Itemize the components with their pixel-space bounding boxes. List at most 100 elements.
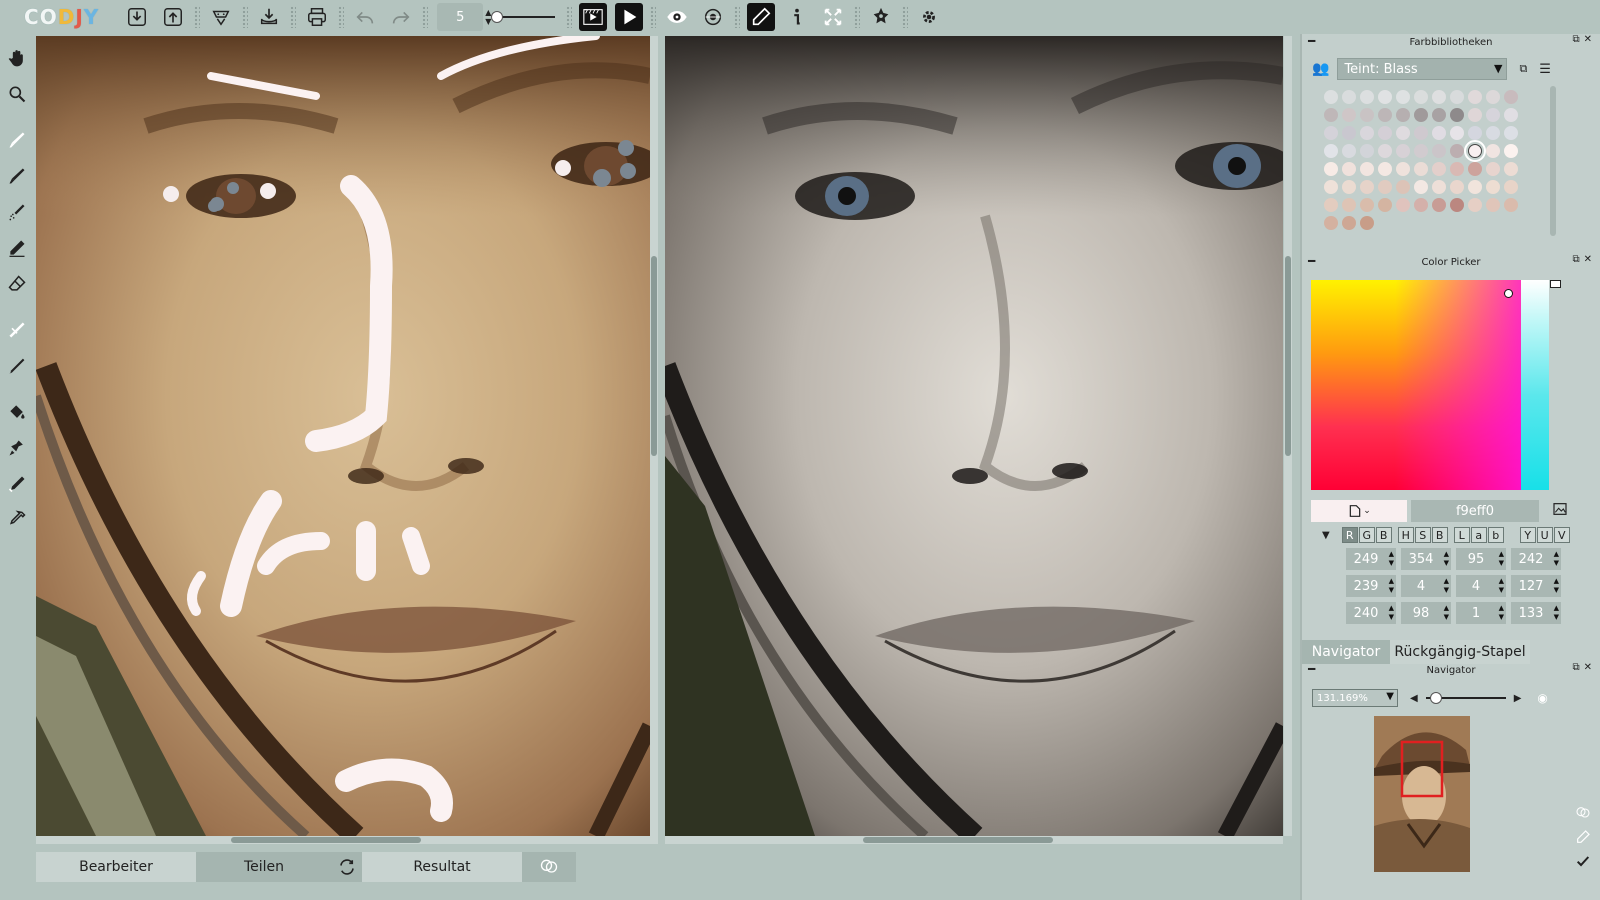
eye-icon[interactable] (663, 3, 691, 31)
brush-icon[interactable] (4, 163, 30, 189)
color-swatch[interactable] (1396, 162, 1410, 176)
line-icon[interactable] (4, 353, 30, 379)
color-swatch[interactable] (1342, 108, 1356, 122)
color-swatch-preview[interactable]: ⌄ (1311, 500, 1407, 522)
palette-icon[interactable] (207, 3, 235, 31)
tab-edit[interactable]: Bearbeiter (36, 852, 196, 882)
color-swatch[interactable] (1450, 144, 1464, 158)
export-icon[interactable] (159, 3, 187, 31)
color-swatch[interactable] (1396, 198, 1410, 212)
collapse-icon[interactable]: ━ (1308, 254, 1315, 268)
color-field-cursor[interactable] (1504, 289, 1513, 298)
color-swatch[interactable] (1450, 162, 1464, 176)
pencil-icon[interactable] (4, 235, 30, 261)
settings-icon[interactable] (867, 3, 895, 31)
library-scrollbar[interactable] (1550, 86, 1556, 236)
edit-icon[interactable] (1574, 828, 1592, 846)
color-swatch[interactable] (1324, 144, 1338, 158)
color-swatch[interactable] (1360, 198, 1374, 212)
color-swatch[interactable] (1360, 90, 1374, 104)
color-swatch[interactable] (1396, 180, 1410, 194)
color-swatch[interactable] (1378, 162, 1392, 176)
value-l[interactable]: 95 ▲ ▼ (1456, 548, 1506, 570)
color-swatch[interactable] (1396, 108, 1410, 122)
color-swatch[interactable] (1360, 126, 1374, 140)
color-swatch[interactable] (1468, 90, 1482, 104)
value-a[interactable]: 4 ▲ ▼ (1456, 575, 1506, 597)
color-swatch[interactable] (1378, 180, 1392, 194)
color-swatch[interactable] (1324, 162, 1338, 176)
film-icon[interactable] (579, 3, 608, 31)
eyedropper-icon[interactable] (4, 507, 30, 533)
stamp-icon[interactable] (4, 435, 30, 461)
color-swatch[interactable] (1414, 198, 1428, 212)
color-swatch[interactable] (1378, 198, 1392, 212)
color-swatch[interactable] (1450, 126, 1464, 140)
tab-share[interactable]: Teilen (196, 852, 332, 882)
color-swatch[interactable] (1414, 90, 1428, 104)
info-icon[interactable] (783, 3, 811, 31)
import-icon[interactable] (123, 3, 151, 31)
value-u[interactable]: 127 ▲ ▼ (1511, 575, 1561, 597)
color-swatch[interactable] (1468, 126, 1482, 140)
color-swatch[interactable] (1396, 126, 1410, 140)
mode-g[interactable]: G (1358, 527, 1375, 543)
brush-size-slider[interactable] (491, 11, 556, 23)
color-hue-bar[interactable] (1521, 280, 1549, 490)
tab-navigator[interactable]: Navigator (1302, 640, 1390, 664)
chat-icon[interactable] (1574, 804, 1592, 822)
tab-undo-stack[interactable]: Rückgängig-Stapel (1390, 640, 1530, 664)
color-swatch[interactable] (1342, 198, 1356, 212)
mode-h[interactable]: H (1397, 527, 1414, 543)
mode-v[interactable]: V (1553, 527, 1570, 543)
color-swatch[interactable] (1486, 198, 1500, 212)
zoom-icon[interactable] (4, 81, 30, 107)
redo-icon[interactable] (387, 3, 415, 31)
brush-white-icon[interactable] (4, 127, 30, 153)
color-swatch[interactable] (1432, 198, 1446, 212)
zoom-slider[interactable] (1425, 692, 1506, 704)
result-canvas-vertical-scrollbar[interactable] (1284, 36, 1292, 836)
color-swatch[interactable] (1324, 126, 1338, 140)
color-swatch[interactable] (1486, 90, 1500, 104)
value-s[interactable]: 4 ▲ ▼ (1401, 575, 1451, 597)
color-swatch[interactable] (1414, 162, 1428, 176)
expand-triangle-icon[interactable]: ▼ (1322, 530, 1330, 541)
mode-bright[interactable]: B (1431, 527, 1448, 543)
color-swatch[interactable] (1468, 180, 1482, 194)
color-swatch[interactable] (1504, 162, 1518, 176)
color-swatch[interactable] (1342, 126, 1356, 140)
color-swatch[interactable] (1342, 216, 1356, 230)
tab-result[interactable]: Resultat (362, 852, 522, 882)
zoom-out-icon[interactable]: ◀ (1410, 693, 1418, 704)
color-swatch[interactable] (1504, 144, 1518, 158)
eraser-icon[interactable] (4, 271, 30, 297)
color-swatch[interactable] (1504, 108, 1518, 122)
color-swatch[interactable] (1324, 180, 1338, 194)
mode-b[interactable]: B (1375, 527, 1392, 543)
result-canvas-horizontal-scrollbar[interactable] (665, 836, 1283, 844)
color-swatch[interactable] (1324, 216, 1338, 230)
color-swatch[interactable] (1486, 180, 1500, 194)
undo-icon[interactable] (351, 3, 379, 31)
fill-bucket-icon[interactable] (4, 399, 30, 425)
color-swatch[interactable] (1378, 90, 1392, 104)
color-swatch[interactable] (1396, 90, 1410, 104)
edit-canvas[interactable] (36, 36, 650, 836)
color-swatch[interactable] (1414, 144, 1428, 158)
spray-brush-icon[interactable] (4, 199, 30, 225)
zoom-dropdown[interactable]: 131.169% ▼ (1312, 689, 1398, 707)
value-r[interactable]: 249 ▲ ▼ (1346, 548, 1396, 570)
panel-controls-icon[interactable]: ⧉✕ (1572, 254, 1596, 265)
hand-icon[interactable] (4, 45, 30, 71)
collapse-icon[interactable]: ━ (1308, 34, 1315, 48)
color-swatch[interactable] (1468, 162, 1482, 176)
mode-s[interactable]: S (1414, 527, 1431, 543)
checkmark-icon[interactable] (1574, 852, 1592, 870)
color-swatch[interactable] (1414, 126, 1428, 140)
mode-lab-b[interactable]: b (1487, 527, 1504, 543)
gear-icon[interactable] (915, 3, 943, 31)
color-swatch[interactable] (1486, 144, 1500, 158)
smudge-icon[interactable] (4, 317, 30, 343)
library-dropdown[interactable]: Teint: Blass ▼ (1337, 58, 1508, 80)
